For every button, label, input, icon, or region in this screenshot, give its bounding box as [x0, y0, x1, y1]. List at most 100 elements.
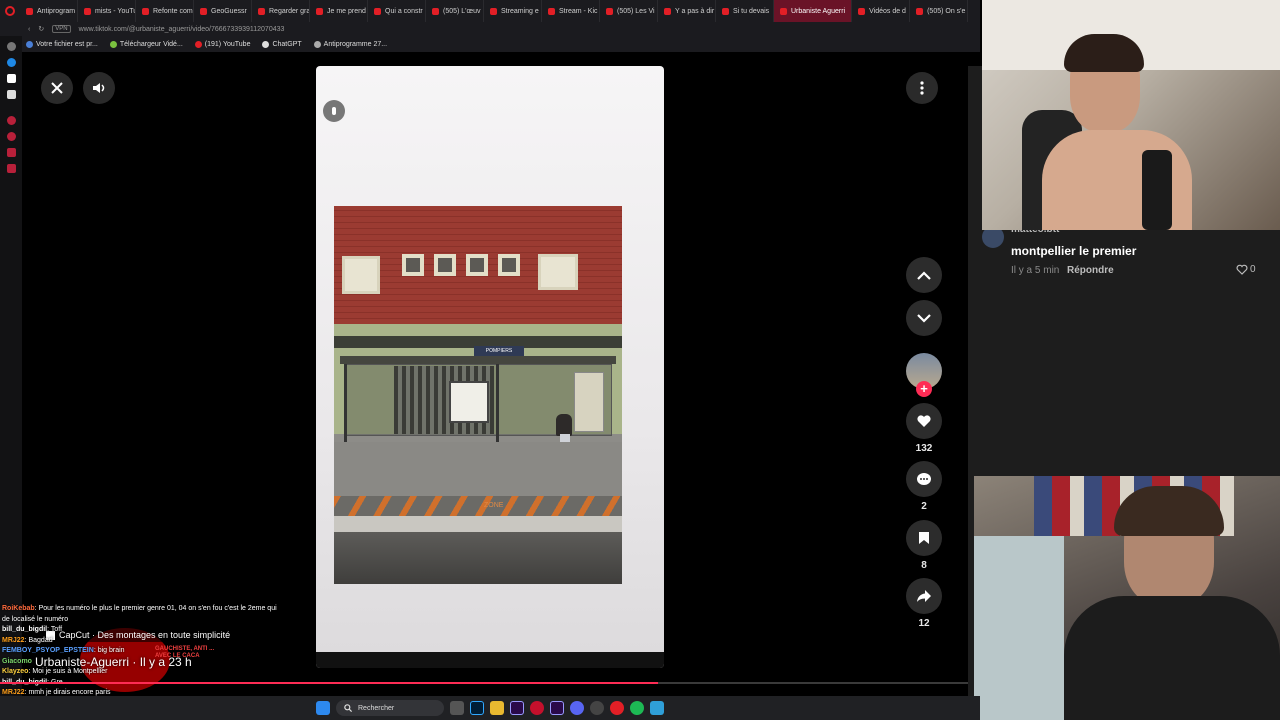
back-icon[interactable]: ‹ — [28, 26, 30, 33]
browser-tab[interactable]: Urbaniste Aguerri — [774, 0, 853, 22]
tab-favicon-icon — [316, 7, 323, 15]
browser-tab[interactable]: Antiprogram — [20, 0, 78, 22]
chat-username[interactable]: bill_du_bigdil — [2, 626, 47, 633]
comment-like-button[interactable]: 0 — [1236, 264, 1256, 275]
bookmark-item[interactable]: (191) YouTube — [194, 40, 250, 48]
heart-icon — [917, 415, 931, 427]
previous-video-button[interactable] — [906, 257, 942, 293]
task-view-icon[interactable] — [450, 701, 464, 715]
settings-icon[interactable] — [7, 42, 16, 51]
reply-button[interactable]: Répondre — [1067, 265, 1114, 276]
browser-tab[interactable]: Qui a constr — [368, 0, 426, 22]
tab-favicon-icon — [916, 7, 924, 15]
comment-button[interactable] — [906, 461, 942, 497]
chat-message: MRJ22: Bagdad — [2, 636, 53, 644]
reload-icon[interactable]: ↻ — [38, 25, 44, 33]
bookmark-item[interactable]: Téléchargeur Vidé... — [109, 40, 183, 48]
guest-webcam — [974, 476, 1280, 720]
tab-favicon-icon — [142, 7, 149, 15]
close-button[interactable] — [41, 72, 73, 104]
browser-tab[interactable]: (505) Les Vi — [600, 0, 658, 22]
browser-tab[interactable]: Regarder gra — [252, 0, 310, 22]
history-icon[interactable] — [7, 132, 16, 141]
bookmark-item[interactable]: Antiprogramme 27... — [313, 40, 387, 48]
browser-tab-bar: Antiprogram mists - YouTu Refonte com GeoGu… — [0, 0, 980, 22]
opera-icon[interactable] — [530, 701, 544, 715]
bookmark-icon — [919, 532, 929, 544]
comment-count: 2 — [921, 501, 927, 512]
bus-stop-photo: POMPIERS ZONE — [334, 206, 622, 584]
chat-username[interactable]: MRJ22 — [2, 689, 25, 696]
tab-favicon-icon — [858, 7, 866, 15]
chat-text: big brain — [97, 647, 125, 654]
opera-logo-icon[interactable] — [0, 0, 20, 22]
app-icon[interactable] — [650, 701, 664, 715]
messenger-icon[interactable] — [7, 58, 16, 67]
chat-text: mmh je dirais encore paris — [28, 689, 111, 696]
follow-plus-icon[interactable]: + — [916, 381, 932, 397]
save-button[interactable] — [906, 520, 942, 556]
discord-icon[interactable] — [570, 701, 584, 715]
tab-favicon-icon — [722, 7, 729, 15]
tab-strip: Antiprogram mists - YouTu Refonte com GeoGu… — [20, 0, 969, 22]
more-options-button[interactable] — [906, 72, 938, 104]
browser-tab[interactable]: Refonte com — [136, 0, 194, 22]
url-field[interactable]: www.tiktok.com/@urbaniste_aguerri/video/… — [79, 26, 285, 33]
tab-favicon-icon — [84, 7, 91, 15]
browser-tab[interactable]: GeoGuessr — [194, 0, 252, 22]
pompiers-sign: POMPIERS — [474, 346, 524, 356]
search-icon — [344, 704, 352, 712]
chat-username[interactable]: FEMBOY_PSYOP_EPSTEIN — [2, 647, 94, 654]
bookmark-item[interactable]: Votre fichier est pr... — [26, 40, 98, 48]
chat-username[interactable]: Klayzeo — [2, 668, 28, 675]
share-button[interactable] — [906, 578, 942, 614]
comment-text: montpellier le premier — [1011, 244, 1137, 258]
windows-start-icon[interactable] — [316, 701, 330, 715]
tab-label: (505) On s'e — [927, 7, 966, 15]
bookmark-item[interactable]: ChatGPT — [262, 40, 302, 48]
photoshop-icon[interactable] — [470, 701, 484, 715]
premiere-icon[interactable] — [510, 701, 524, 715]
browser-tab[interactable]: Si tu devais — [716, 0, 774, 22]
tab-favicon-icon — [490, 7, 497, 15]
chat-message: Giacomo — [2, 657, 302, 668]
chat-text: Bagdad — [28, 636, 53, 644]
premiere-icon-2[interactable] — [550, 701, 564, 715]
tiktok-icon[interactable] — [7, 74, 16, 83]
download-icon[interactable] — [7, 148, 16, 157]
browser-tab[interactable]: Streaming e — [484, 0, 542, 22]
video-progress-fill — [0, 682, 659, 684]
next-video-button[interactable] — [906, 300, 942, 336]
chat-text: Moi je suis à Montpellier — [32, 668, 108, 675]
obs-icon[interactable] — [590, 701, 604, 715]
browser-tab[interactable]: Stream - Kic — [542, 0, 600, 22]
chat-username[interactable]: MRJ22 — [2, 637, 25, 644]
tab-label: Antiprogram — [37, 7, 76, 15]
browser-tab[interactable]: Vidéos de d — [852, 0, 911, 22]
tab-label: Je me prend — [327, 7, 366, 15]
like-count: 132 — [915, 443, 933, 454]
browser-tab[interactable]: Je me prend — [310, 0, 368, 22]
road-marking: ZONE — [484, 502, 504, 509]
browser-tab[interactable]: Y a pas à dir — [658, 0, 716, 22]
video-player[interactable]: POMPIERS ZONE — [316, 66, 664, 668]
tab-label: Regarder gra — [269, 7, 310, 15]
browser-tab[interactable]: (505) On s'e — [910, 0, 969, 22]
browser-tab[interactable]: mists - YouTu — [78, 0, 136, 22]
volume-button[interactable] — [83, 72, 115, 104]
vpn-badge[interactable]: VPN — [52, 25, 71, 33]
chat-username[interactable]: Giacomo — [2, 658, 32, 665]
chat-username[interactable]: RoiKebab — [2, 605, 35, 612]
spotify-icon[interactable] — [630, 701, 644, 715]
file-explorer-icon[interactable] — [490, 701, 504, 715]
heart-icon[interactable] — [7, 116, 16, 125]
extensions-icon[interactable] — [7, 164, 16, 173]
tab-label: Vidéos de d — [869, 7, 906, 15]
chevron-up-icon — [917, 270, 931, 280]
taskbar-search[interactable]: Rechercher — [336, 700, 444, 716]
opera-gx-icon[interactable] — [610, 701, 624, 715]
like-button[interactable] — [906, 403, 942, 439]
browser-tab[interactable]: (505) L'œuv — [426, 0, 484, 22]
x-icon[interactable] — [7, 90, 16, 99]
tab-label: Refonte com — [153, 7, 193, 15]
